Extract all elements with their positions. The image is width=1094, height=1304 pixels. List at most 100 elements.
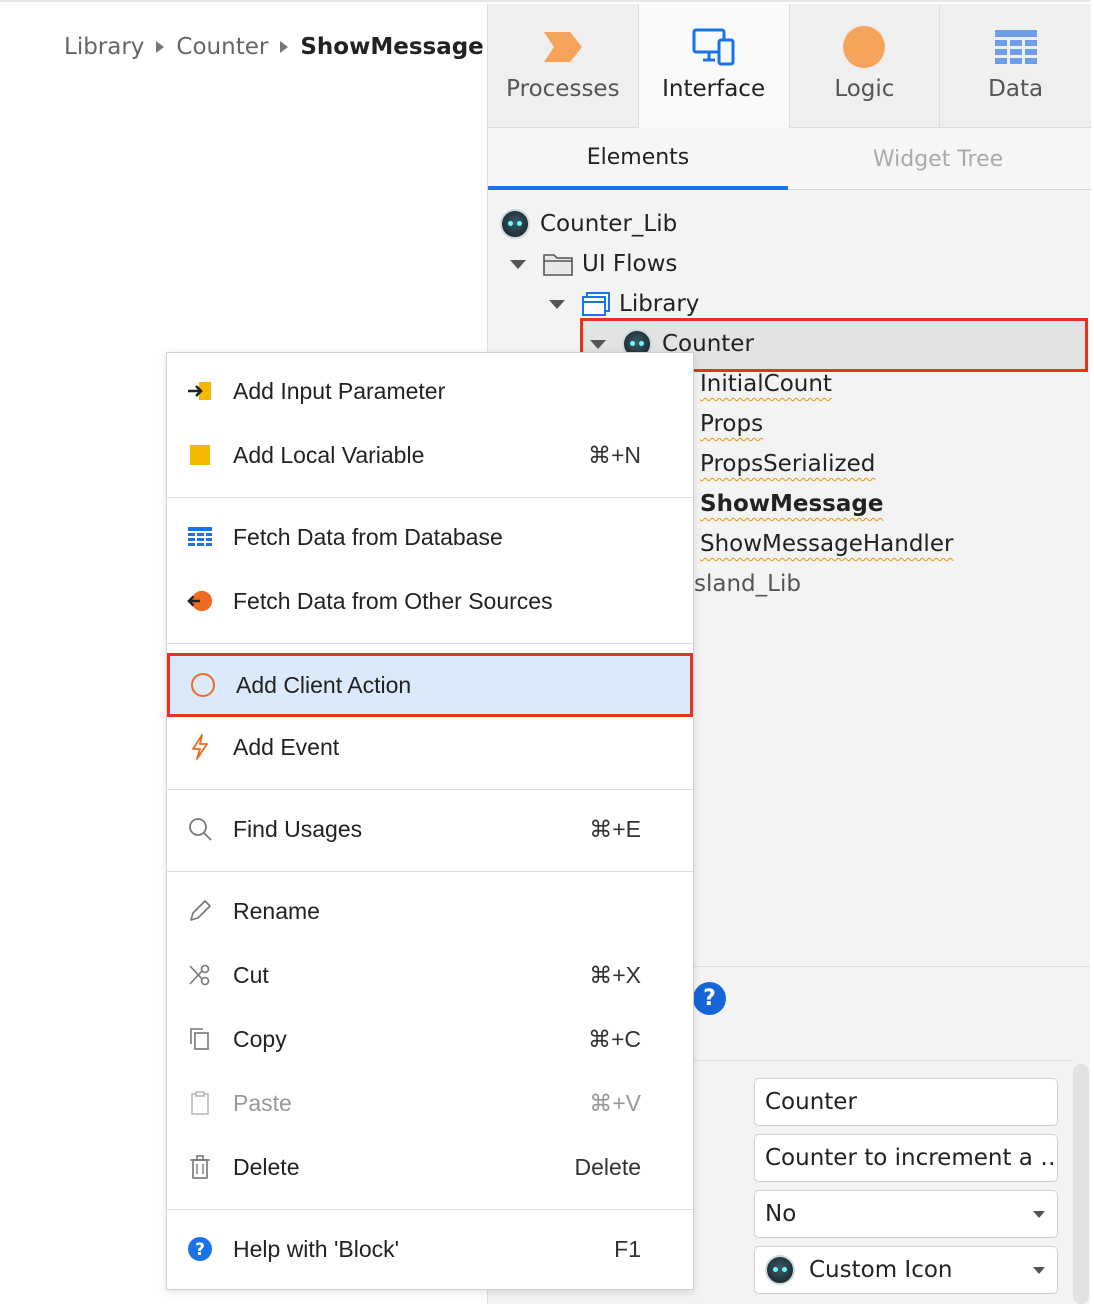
menu-item-label: Find Usages [233, 815, 363, 842]
menu-item-fetch-other-sources[interactable]: Fetch Data from Other Sources [167, 569, 693, 633]
caret-down-icon[interactable] [510, 259, 526, 269]
menu-item-shortcut: F1 [614, 1235, 641, 1262]
menu-item-label: Add Event [233, 733, 340, 760]
menu-item-find-usages[interactable]: Find Usages ⌘+E [167, 797, 693, 861]
tree-item-counter-lib[interactable]: Counter_Lib [500, 205, 677, 243]
sub-tab-bar: Elements Widget Tree [488, 128, 1091, 190]
tab-interface[interactable]: Interface [638, 4, 790, 128]
input-parameter-icon [187, 378, 213, 404]
interface-icon [692, 28, 735, 66]
tab-processes[interactable]: Processes [488, 4, 639, 128]
breadcrumb-current: ShowMessage [300, 34, 484, 60]
logic-icon [843, 26, 886, 68]
client-action-icon [190, 672, 216, 698]
name-field[interactable]: Counter [754, 1078, 1058, 1126]
menu-item-add-input-parameter[interactable]: Add Input Parameter [167, 359, 693, 423]
tab-label: Data [988, 76, 1044, 102]
menu-item-fetch-database[interactable]: Fetch Data from Database [167, 505, 693, 569]
tree-item-initialcount[interactable]: InitialCount [700, 365, 832, 403]
breadcrumb-separator-icon [156, 41, 165, 53]
menu-item-shortcut: ⌘+V [589, 1089, 641, 1116]
menu-item-label: Add Local Variable [233, 441, 425, 468]
tab-widget-tree[interactable]: Widget Tree [788, 128, 1088, 190]
menu-item-rename[interactable]: Rename [167, 879, 693, 943]
name-field-value: Counter [765, 1089, 857, 1115]
menu-item-paste[interactable]: Paste ⌘+V [167, 1071, 693, 1135]
menu-item-shortcut: ⌘+E [589, 815, 641, 842]
divider [693, 1060, 1073, 1061]
description-field[interactable]: Counter to increment a … [754, 1134, 1058, 1182]
menu-divider [167, 871, 693, 872]
tree-item-island-lib[interactable]: sland_Lib [694, 565, 801, 603]
tree-item-label: ShowMessage [700, 491, 884, 517]
local-variable-icon [187, 442, 213, 468]
scissors-icon [187, 962, 213, 988]
menu-item-cut[interactable]: Cut ⌘+X [167, 943, 693, 1007]
lightning-icon [187, 734, 213, 760]
folder-icon [543, 254, 573, 276]
tab-label: Logic [834, 76, 895, 102]
menu-divider [167, 1209, 693, 1210]
chevron-down-icon [1033, 1267, 1045, 1274]
tab-label: Processes [506, 76, 620, 102]
breadcrumb-item-counter[interactable]: Counter [176, 34, 268, 60]
menu-divider [167, 643, 693, 644]
caret-down-icon[interactable] [549, 299, 565, 309]
caret-down-icon[interactable] [590, 339, 606, 349]
menu-item-help[interactable]: ? Help with 'Block' F1 [167, 1217, 693, 1281]
menu-item-delete[interactable]: Delete Delete [167, 1135, 693, 1199]
tab-elements[interactable]: Elements [488, 128, 788, 190]
menu-item-label: Fetch Data from Other Sources [233, 587, 553, 614]
menu-item-label: Copy [233, 1025, 287, 1052]
context-menu: Add Input Parameter Add Local Variable ⌘… [166, 352, 694, 1290]
top-tab-bar: Processes Interface Logic Data [488, 4, 1091, 128]
icon-select[interactable]: Custom Icon [754, 1246, 1058, 1294]
tree-item-label: UI Flows [582, 251, 678, 277]
tree-item-label: Counter_Lib [540, 211, 678, 237]
ui-flow-icon [582, 292, 610, 316]
module-robot-icon [500, 209, 530, 239]
help-icon: ? [187, 1236, 213, 1262]
search-icon [187, 816, 213, 842]
tree-item-label: PropsSerialized [700, 451, 876, 477]
menu-item-label: Add Input Parameter [233, 377, 446, 404]
public-select-value: No [765, 1201, 797, 1227]
menu-item-add-client-action[interactable]: Add Client Action [167, 653, 693, 717]
tab-data[interactable]: Data [940, 4, 1091, 128]
scrollbar[interactable] [1073, 1064, 1089, 1304]
copy-icon [187, 1026, 213, 1052]
processes-icon [543, 32, 582, 62]
tree-item-propsserialized[interactable]: PropsSerialized [700, 445, 875, 483]
menu-item-add-event[interactable]: Add Event [167, 715, 693, 779]
data-icon [994, 30, 1037, 64]
chevron-down-icon [1033, 1211, 1045, 1218]
menu-item-label: Fetch Data from Database [233, 523, 503, 550]
tree-item-label: Library [619, 291, 700, 317]
breadcrumb-separator-icon [280, 41, 289, 53]
tree-item-label: sland_Lib [694, 571, 801, 597]
menu-item-add-local-variable[interactable]: Add Local Variable ⌘+N [167, 423, 693, 487]
tab-label: Interface [662, 76, 766, 102]
menu-item-label: Cut [233, 961, 269, 988]
breadcrumb-item-library[interactable]: Library [64, 34, 144, 60]
fetch-other-sources-icon [187, 588, 213, 614]
menu-item-shortcut: Delete [574, 1153, 641, 1180]
tree-item-ui-flows[interactable]: UI Flows [510, 245, 677, 283]
menu-item-shortcut: ⌘+N [587, 441, 641, 468]
public-select[interactable]: No [754, 1190, 1058, 1238]
tab-logic[interactable]: Logic [790, 4, 941, 128]
clipboard-icon [187, 1090, 213, 1116]
tree-item-label: Props [700, 411, 764, 437]
tree-item-showmessage[interactable]: ShowMessage [700, 485, 883, 523]
help-icon[interactable]: ? [693, 982, 726, 1015]
breadcrumb: Library Counter ShowMessage [64, 30, 484, 64]
menu-item-label: Paste [233, 1089, 292, 1116]
description-field-value: Counter to increment a … [765, 1145, 1058, 1171]
tree-item-showmessagehandler[interactable]: ShowMessageHandler [700, 525, 953, 563]
custom-robot-icon [765, 1255, 795, 1285]
menu-item-label: Help with 'Block' [233, 1235, 400, 1262]
menu-item-copy[interactable]: Copy ⌘+C [167, 1007, 693, 1071]
menu-item-shortcut: ⌘+C [587, 1025, 641, 1052]
menu-item-label: Rename [233, 897, 320, 924]
tree-item-props[interactable]: Props [700, 405, 763, 443]
